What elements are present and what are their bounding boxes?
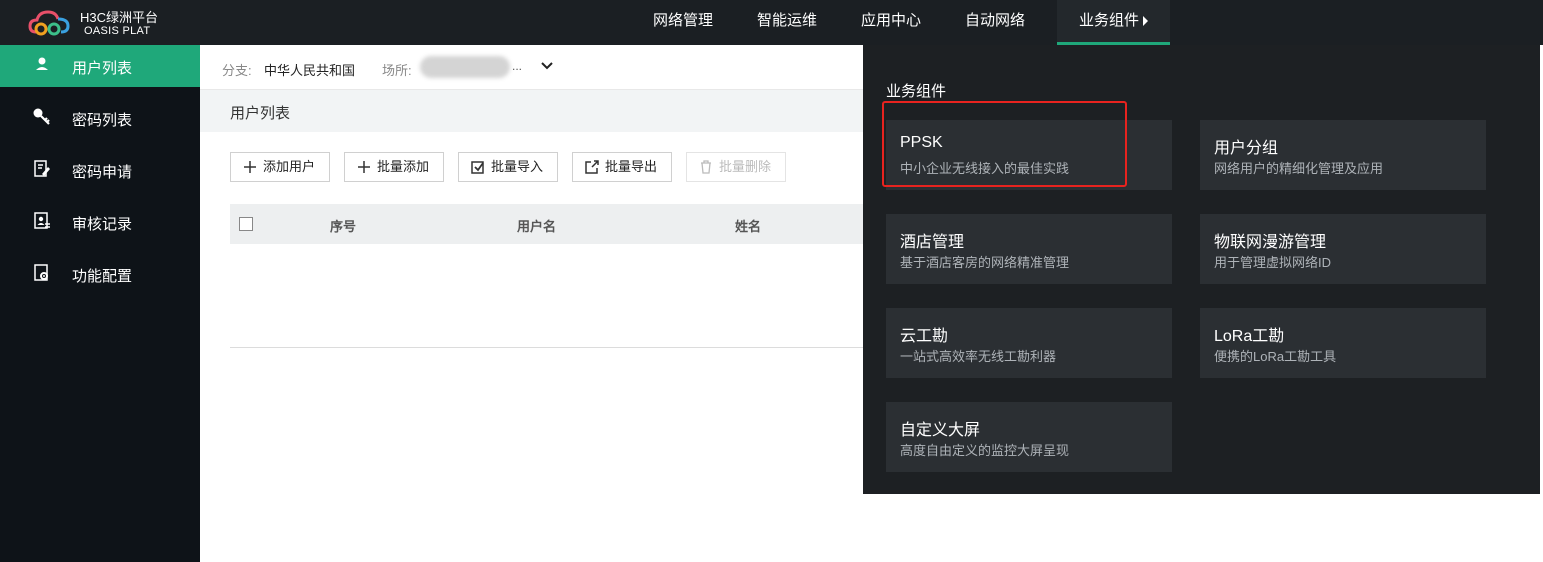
card-title: 云工勘 bbox=[900, 328, 949, 345]
trash-icon bbox=[701, 160, 711, 174]
component-card-hotel[interactable]: 酒店管理 基于酒店客房的网络精准管理 bbox=[886, 214, 1172, 284]
user-icon bbox=[36, 57, 48, 70]
card-title: 自定义大屏 bbox=[900, 422, 981, 439]
settings-document-icon bbox=[34, 264, 48, 281]
sidebar-item-label: 功能配置 bbox=[72, 268, 133, 285]
brand-name: H3C绿洲平台 bbox=[80, 10, 159, 25]
button-label: 批量添加 bbox=[377, 159, 430, 174]
card-title: 酒店管理 bbox=[900, 234, 965, 251]
site-ellipsis: ... bbox=[512, 59, 523, 73]
button-label: 批量删除 bbox=[719, 159, 772, 174]
nav-business-components[interactable]: 业务组件 bbox=[1057, 0, 1170, 45]
section-title: 用户列表 bbox=[230, 105, 291, 122]
add-user-button[interactable]: 添加用户 bbox=[230, 152, 330, 182]
table-divider bbox=[230, 347, 863, 348]
caret-right-icon bbox=[1143, 16, 1148, 27]
filter-bar: 分支: 中华人民共和国 场所: ... bbox=[200, 45, 863, 90]
nav-app-center[interactable]: 应用中心 bbox=[844, 0, 938, 45]
batch-export-button[interactable]: 批量导出 bbox=[572, 152, 672, 182]
component-card-iot-roaming[interactable]: 物联网漫游管理 用于管理虚拟网络ID bbox=[1200, 214, 1486, 284]
sidebar-item-password-list[interactable]: 密码列表 bbox=[0, 97, 200, 139]
panel-title: 业务组件 bbox=[886, 83, 947, 100]
highlight-box bbox=[882, 101, 1127, 187]
nav-network-management[interactable]: 网络管理 bbox=[636, 0, 730, 45]
column-header-username[interactable]: 用户名 bbox=[517, 216, 556, 235]
sidebar: 用户列表 密码列表 密码申请 审核记录 功能配置 bbox=[0, 45, 200, 562]
sidebar-item-user-list[interactable]: 用户列表 bbox=[0, 45, 200, 87]
key-icon bbox=[33, 108, 50, 125]
sidebar-item-password-apply[interactable]: 密码申请 bbox=[0, 149, 200, 191]
card-title: LoRa工勘 bbox=[1214, 328, 1285, 345]
batch-import-button[interactable]: 批量导入 bbox=[458, 152, 558, 182]
edit-document-icon bbox=[34, 160, 50, 177]
sidebar-item-label: 用户列表 bbox=[72, 60, 133, 77]
batch-delete-button[interactable]: 批量删除 bbox=[686, 152, 786, 182]
column-header-name[interactable]: 姓名 bbox=[735, 216, 761, 235]
sidebar-item-label: 审核记录 bbox=[72, 216, 133, 233]
card-title: 用户分组 bbox=[1214, 140, 1279, 157]
component-card-cloud-survey[interactable]: 云工勘 一站式高效率无线工勘利器 bbox=[886, 308, 1172, 378]
sidebar-item-label: 密码列表 bbox=[72, 112, 133, 129]
button-label: 添加用户 bbox=[263, 159, 316, 174]
nav-auto-network[interactable]: 自动网络 bbox=[948, 0, 1042, 45]
card-description: 基于酒店客房的网络精准管理 bbox=[900, 255, 1070, 270]
branch-selector[interactable]: 中华人民共和国 bbox=[264, 60, 355, 79]
sidebar-item-audit-record[interactable]: 审核记录 bbox=[0, 201, 200, 243]
section-header: 用户列表 bbox=[200, 90, 863, 132]
audit-record-icon bbox=[34, 212, 50, 229]
top-navigation-bar: H3C绿洲平台 OASIS PLAT 网络管理 智能运维 应用中心 自动网络 业… bbox=[0, 0, 1543, 45]
site-value-redacted bbox=[420, 56, 510, 78]
chevron-down-icon[interactable] bbox=[540, 59, 554, 73]
select-all-checkbox[interactable] bbox=[239, 217, 253, 231]
brand-logo[interactable]: H3C绿洲平台 OASIS PLAT bbox=[28, 6, 198, 40]
batch-add-button[interactable]: 批量添加 bbox=[344, 152, 444, 182]
nav-intelligent-ops[interactable]: 智能运维 bbox=[740, 0, 834, 45]
button-label: 批量导出 bbox=[605, 159, 658, 174]
plus-icon bbox=[358, 161, 370, 173]
site-label: 场所: bbox=[382, 63, 412, 78]
card-title: 物联网漫游管理 bbox=[1214, 234, 1327, 251]
card-description: 用于管理虚拟网络ID bbox=[1214, 255, 1332, 270]
branch-label: 分支: bbox=[222, 63, 252, 78]
component-card-user-group[interactable]: 用户分组 网络用户的精细化管理及应用 bbox=[1200, 120, 1486, 190]
export-icon bbox=[585, 160, 599, 174]
card-description: 一站式高效率无线工勘利器 bbox=[900, 349, 1057, 364]
component-card-custom-screen[interactable]: 自定义大屏 高度自由定义的监控大屏呈现 bbox=[886, 402, 1172, 472]
card-description: 便携的LoRa工勘工具 bbox=[1214, 349, 1337, 364]
component-card-lora-survey[interactable]: LoRa工勘 便携的LoRa工勘工具 bbox=[1200, 308, 1486, 378]
import-icon bbox=[471, 161, 484, 174]
card-description: 网络用户的精细化管理及应用 bbox=[1214, 161, 1384, 176]
button-label: 批量导入 bbox=[491, 159, 544, 174]
column-header-index[interactable]: 序号 bbox=[330, 216, 356, 235]
sidebar-item-function-config[interactable]: 功能配置 bbox=[0, 253, 200, 295]
brand-subtitle: OASIS PLAT bbox=[84, 25, 151, 37]
plus-icon bbox=[244, 161, 256, 173]
sidebar-item-label: 密码申请 bbox=[72, 164, 133, 181]
cloud-logo-icon bbox=[28, 10, 70, 36]
table-header: 序号 用户名 姓名 bbox=[230, 204, 863, 244]
card-description: 高度自由定义的监控大屏呈现 bbox=[900, 443, 1070, 458]
